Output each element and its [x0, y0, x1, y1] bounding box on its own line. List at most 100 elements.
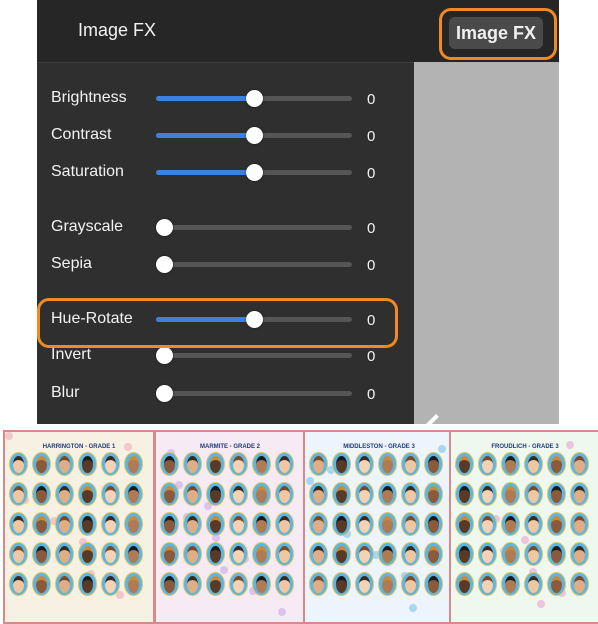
student-avatar	[78, 452, 97, 476]
student-avatar	[501, 572, 520, 596]
poster-thumbnails: HARRINGTON - GRADE 1 MARMITE - GRADE 2 MID…	[0, 428, 598, 624]
class-poster[interactable]: MIDDLESTON - GRADE 3	[303, 430, 455, 624]
avatar-face	[428, 485, 439, 503]
student-avatar	[252, 482, 271, 506]
student-avatar	[252, 572, 271, 596]
student-avatar	[524, 512, 543, 536]
avatar-face	[505, 485, 516, 503]
invert-slider[interactable]	[156, 347, 352, 364]
student-avatar	[252, 452, 271, 476]
avatar-face	[279, 545, 290, 563]
avatar-face	[528, 545, 539, 563]
student-avatar	[252, 542, 271, 566]
avatar-face	[459, 515, 470, 533]
avatar-face	[13, 455, 24, 473]
avatar-face	[59, 455, 70, 473]
class-poster[interactable]: FROUDLICH - GRADE 3	[449, 430, 598, 624]
student-avatar	[501, 482, 520, 506]
student-avatar	[55, 482, 74, 506]
student-avatar-grid	[309, 452, 449, 596]
saturation-label: Saturation	[51, 163, 124, 180]
student-avatar	[160, 482, 179, 506]
avatar-face	[233, 485, 244, 503]
avatar-face	[574, 545, 585, 563]
class-poster[interactable]: MARMITE - GRADE 2	[154, 430, 306, 624]
student-avatar	[229, 542, 248, 566]
student-avatar	[275, 452, 294, 476]
avatar-face	[459, 455, 470, 473]
avatar-face	[36, 575, 47, 593]
blur-slider[interactable]	[156, 385, 352, 402]
student-avatar	[206, 482, 225, 506]
hue-rotate-slider[interactable]	[156, 311, 352, 328]
saturation-slider-handle[interactable]	[246, 164, 263, 181]
student-avatar	[9, 512, 28, 536]
avatar-face	[528, 575, 539, 593]
avatar-face	[256, 515, 267, 533]
student-avatar	[378, 512, 397, 536]
avatar-face	[82, 485, 93, 503]
avatar-face	[551, 455, 562, 473]
student-avatar	[570, 482, 589, 506]
brightness-slider[interactable]	[156, 90, 352, 107]
student-avatar	[101, 482, 120, 506]
panel-title: Image FX	[78, 20, 157, 40]
avatar-face	[359, 515, 370, 533]
avatar-face	[13, 545, 24, 563]
student-avatar	[501, 542, 520, 566]
avatar-face	[482, 515, 493, 533]
avatar-face	[105, 515, 116, 533]
class-poster[interactable]: HARRINGTON - GRADE 1	[3, 430, 155, 624]
sepia-slider[interactable]	[156, 256, 352, 273]
avatar-face	[233, 515, 244, 533]
hue-rotate-slider-handle[interactable]	[246, 311, 263, 328]
student-avatar	[183, 542, 202, 566]
avatar-face	[36, 515, 47, 533]
avatar-face	[459, 485, 470, 503]
avatar-face	[359, 455, 370, 473]
avatar-face	[128, 575, 139, 593]
invert-value: 0	[367, 348, 376, 365]
student-avatar	[55, 512, 74, 536]
student-avatar	[401, 542, 420, 566]
student-avatar-grid	[455, 452, 595, 596]
student-avatar	[570, 572, 589, 596]
avatar-face	[82, 545, 93, 563]
avatar-face	[187, 545, 198, 563]
brightness-slider-handle[interactable]	[246, 90, 263, 107]
student-avatar	[547, 452, 566, 476]
avatar-face	[256, 485, 267, 503]
saturation-slider[interactable]	[156, 164, 352, 181]
student-avatar	[478, 452, 497, 476]
avatar-face	[164, 485, 175, 503]
student-avatar	[570, 542, 589, 566]
grayscale-slider-handle[interactable]	[156, 219, 173, 236]
student-avatar	[332, 572, 351, 596]
student-avatar	[478, 512, 497, 536]
student-avatar	[78, 512, 97, 536]
grayscale-slider[interactable]	[156, 219, 352, 236]
student-avatar	[78, 542, 97, 566]
student-avatar	[524, 482, 543, 506]
contrast-value: 0	[367, 128, 376, 145]
student-avatar	[55, 452, 74, 476]
slider-row-invert: Invert 0	[37, 342, 414, 372]
student-avatar	[332, 452, 351, 476]
contrast-slider[interactable]	[156, 127, 352, 144]
avatar-face	[13, 515, 24, 533]
contrast-slider-handle[interactable]	[246, 127, 263, 144]
avatar-face	[210, 485, 221, 503]
sepia-slider-handle[interactable]	[156, 256, 173, 273]
student-avatar	[183, 572, 202, 596]
blur-slider-handle[interactable]	[156, 385, 173, 402]
avatar-face	[336, 545, 347, 563]
avatar-face	[482, 455, 493, 473]
avatar-face	[164, 455, 175, 473]
avatar-face	[279, 485, 290, 503]
contrast-slider-fill	[156, 133, 254, 138]
image-fx-button[interactable]: Image FX	[449, 17, 543, 49]
student-avatar	[32, 452, 51, 476]
invert-slider-handle[interactable]	[156, 347, 173, 364]
avatar-face	[59, 575, 70, 593]
student-avatar	[355, 512, 374, 536]
